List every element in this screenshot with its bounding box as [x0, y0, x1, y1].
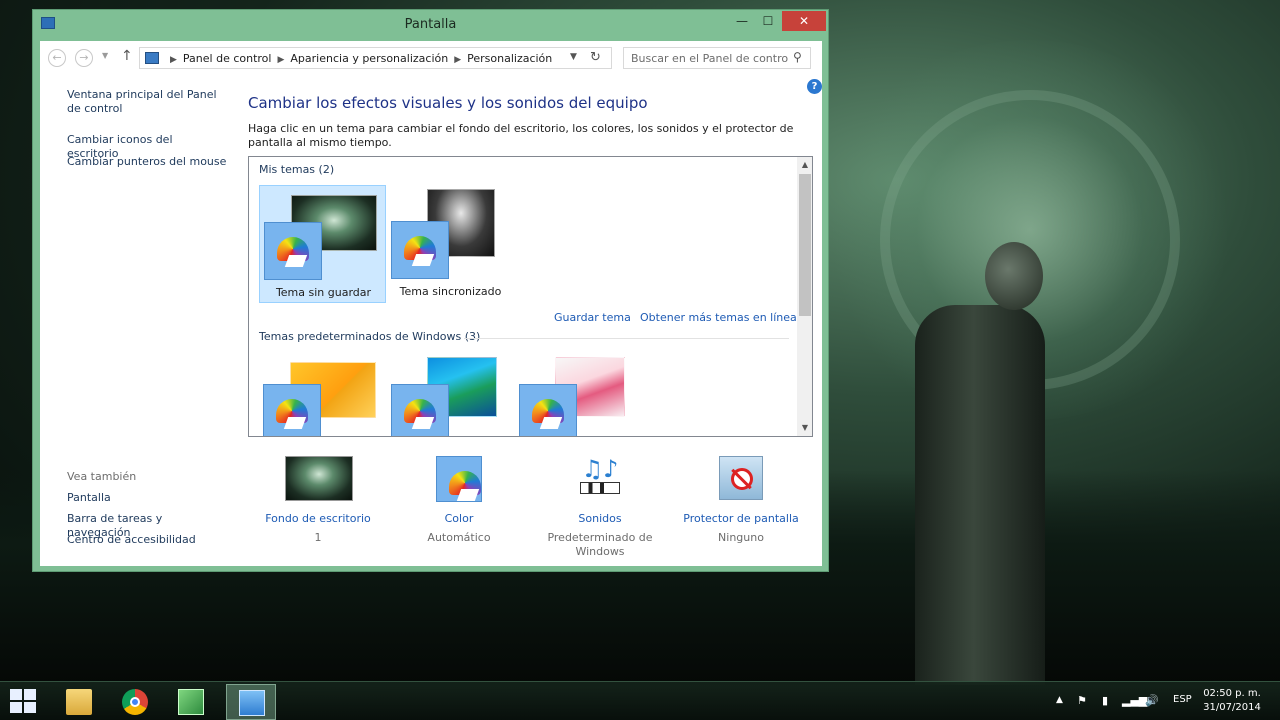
clock-time: 02:50 p. m. — [1203, 688, 1261, 699]
chrome-icon — [122, 689, 148, 715]
maximize-button[interactable]: ☐ — [755, 11, 781, 31]
desktop-background-icon — [285, 456, 353, 501]
up-arrow-icon[interactable]: ↑ — [121, 48, 133, 64]
color-swatch-icon — [264, 222, 322, 280]
screensaver-icon — [719, 456, 763, 500]
personalization-window: Pantalla — ☐ ✕ ← → ▼ ↑ ▶ Panel de control… — [32, 9, 829, 572]
control-panel-icon — [239, 690, 265, 716]
network-signal-icon[interactable]: ▂▄▆ — [1122, 694, 1147, 707]
desktop-background-value: 1 — [314, 531, 322, 544]
save-theme-link[interactable]: Guardar tema — [554, 311, 631, 324]
sidebar-link-mouse-pointers[interactable]: Cambiar punteros del mouse — [67, 155, 227, 169]
color-value: Automático — [427, 531, 491, 544]
recent-pages-chevron-icon[interactable]: ▼ — [102, 51, 108, 60]
taskbar-chrome[interactable] — [110, 684, 160, 720]
page-description: Haga clic en un tema para cambiar el fon… — [248, 122, 794, 149]
breadcrumb-control-panel[interactable]: Panel de control — [183, 52, 272, 65]
theme-name: Tema sincronizado — [399, 285, 502, 298]
color-icon — [436, 456, 482, 502]
theme-tile-flowers[interactable] — [515, 353, 642, 436]
refresh-icon[interactable]: ↻ — [590, 50, 601, 65]
search-icon[interactable]: ⚲ — [793, 50, 802, 64]
theme-tile-lines-colors[interactable] — [387, 353, 514, 436]
page-title: Cambiar los efectos visuales y los sonid… — [248, 94, 648, 112]
scroll-up-arrow-icon[interactable]: ▲ — [797, 157, 812, 173]
theme-name: Tema sin guardar — [275, 286, 372, 299]
app-icon — [178, 689, 204, 715]
clock-date: 31/07/2014 — [1203, 702, 1261, 713]
taskbar-control-panel[interactable] — [226, 684, 276, 720]
control-panel-icon — [145, 52, 159, 64]
window-title: Pantalla — [404, 17, 457, 32]
screensaver-value: Ninguno — [718, 531, 764, 544]
theme-tile-unsaved[interactable]: Tema sin guardar — [259, 185, 386, 303]
language-indicator[interactable]: ESP — [1173, 694, 1192, 705]
sounds-label[interactable]: Sonidos — [530, 512, 670, 525]
search-input[interactable] — [624, 48, 789, 68]
show-hidden-icons-chevron-icon[interactable]: ▲ — [1056, 695, 1063, 705]
action-center-flag-icon[interactable]: ⚑ — [1077, 694, 1087, 707]
scrollbar-thumb[interactable] — [799, 174, 811, 316]
theme-tile-synced[interactable]: Tema sincronizado — [387, 185, 514, 303]
minimize-button[interactable]: — — [729, 11, 755, 31]
breadcrumb-separator-icon[interactable]: ▶ — [170, 55, 177, 65]
wallpaper-figure — [915, 305, 1045, 685]
sounds-icon: ♫♪ — [578, 456, 622, 500]
sounds-value: Predeterminado de Windows — [547, 531, 653, 558]
theme-tile-windows[interactable] — [259, 353, 386, 436]
close-button[interactable]: ✕ — [782, 11, 826, 31]
taskbar-app[interactable] — [166, 684, 216, 720]
battery-icon[interactable]: ▮ — [1102, 694, 1108, 707]
breadcrumb-separator-icon[interactable]: ▶ — [277, 55, 284, 65]
desktop-background-label[interactable]: Fondo de escritorio — [248, 512, 388, 525]
themes-scrollbar[interactable]: ▲ ▼ — [797, 157, 812, 436]
breadcrumb-appearance[interactable]: Apariencia y personalización — [290, 52, 448, 65]
windows-start-icon[interactable] — [10, 689, 38, 715]
my-themes-label: Mis temas (2) — [259, 163, 335, 176]
group-divider — [464, 338, 789, 339]
wallpaper-figure-head — [985, 242, 1043, 310]
get-more-themes-link[interactable]: Obtener más temas en línea — [640, 311, 797, 324]
default-themes-label: Temas predeterminados de Windows (3) — [259, 330, 481, 343]
see-also-heading: Vea también — [67, 470, 137, 483]
scroll-down-arrow-icon[interactable]: ▼ — [797, 420, 812, 436]
navigation-bar: ← → ▼ ↑ ▶ Panel de control ▶ Apariencia y p… — [40, 41, 822, 75]
taskbar-file-explorer[interactable] — [54, 684, 104, 720]
color-swatch-icon — [391, 221, 449, 279]
volume-icon[interactable]: 🔊 — [1145, 694, 1159, 707]
clock[interactable]: 02:50 p. m. 31/07/2014 — [1200, 687, 1264, 715]
breadcrumb: ▶ Panel de control ▶ Apariencia y personali… — [164, 52, 552, 65]
title-bar[interactable]: Pantalla — ☐ ✕ — [33, 10, 828, 40]
search-box[interactable]: ⚲ — [623, 47, 811, 69]
forward-arrow-icon[interactable]: → — [75, 49, 93, 67]
window-content: ← → ▼ ↑ ▶ Panel de control ▶ Apariencia y p… — [40, 41, 822, 566]
breadcrumb-separator-icon[interactable]: ▶ — [454, 55, 461, 65]
help-icon[interactable]: ? — [807, 79, 822, 94]
color-swatch-icon — [391, 384, 449, 436]
file-explorer-icon — [66, 689, 92, 715]
sidebar-link-control-panel-home[interactable]: Ventana principal del Panel de control — [67, 88, 227, 116]
address-bar[interactable]: ▶ Panel de control ▶ Apariencia y personali… — [139, 47, 612, 69]
themes-list: Mis temas (2) Tema sin guardar Tema sinc… — [248, 156, 813, 437]
color-swatch-icon — [263, 384, 321, 436]
screensaver-label[interactable]: Protector de pantalla — [671, 512, 811, 525]
address-dropdown-chevron-icon[interactable]: ▼ — [570, 52, 577, 62]
color-label[interactable]: Color — [389, 512, 529, 525]
breadcrumb-personalization[interactable]: Personalización — [467, 52, 552, 65]
sidebar-link-display[interactable]: Pantalla — [67, 491, 227, 505]
sidebar-link-accessibility[interactable]: Centro de accesibilidad — [67, 533, 227, 547]
taskbar: ▲ ⚑ ▮ ▂▄▆ 🔊 ESP 02:50 p. m. 31/07/2014 — [0, 681, 1280, 720]
color-swatch-icon — [519, 384, 577, 436]
back-arrow-icon[interactable]: ← — [48, 49, 66, 67]
